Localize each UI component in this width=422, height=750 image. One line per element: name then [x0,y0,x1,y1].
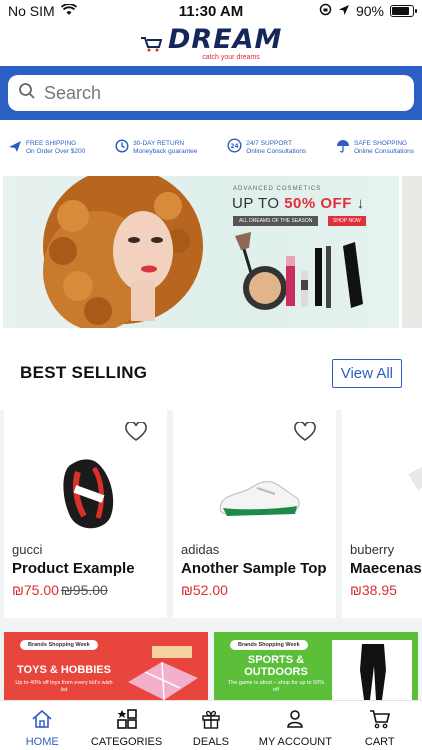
rotation-lock-icon [319,3,332,19]
current-price: ₪75.00 [12,582,59,598]
app-header: No SIM 11:30 AM 90% DREAM catch your dre… [0,0,422,66]
old-price: ₪95.00 [60,582,108,598]
product-name: Maecenas [350,560,422,577]
battery-icon [390,5,417,17]
product-price: ₪38.95 [350,582,397,598]
product-image-bag [63,459,114,529]
cart-icon [369,709,391,732]
feature-30-day-return: 30-DAY RETURN Moneyback guarantee [115,138,198,158]
promo-tile-toys[interactable]: Brands Shopping Week TOYS & HOBBIES Up t… [4,632,208,700]
carrier-label: No SIM [8,3,55,19]
status-bar: No SIM 11:30 AM 90% [0,0,422,22]
product-card[interactable]: adidas Another Sample Top ₪52.00 [173,410,336,618]
banner-title: UP TO 50% OFF ↓ [232,195,365,212]
feature-title: SAFE SHOPPING [354,140,408,147]
tab-label: DEALS [192,736,229,748]
feature-support: 24 24/7 SUPPORT Online Consultations [227,138,306,158]
product-image-shirt [408,467,422,490]
banner-kicker: ADVANCED COSMETICS [233,186,322,192]
product-brand: buberry [350,542,395,557]
home-icon [31,709,53,732]
current-price: ₪52.00 [181,582,228,598]
search-input[interactable] [44,82,404,104]
promo-image-playmat [128,646,198,700]
feature-sub: Online Consultations [354,148,414,155]
wishlist-heart-icon[interactable] [125,421,147,447]
feature-sub: Online Consultations [246,148,307,155]
banner-shop-now-button[interactable]: SHOP NOW [328,216,366,226]
product-brand: adidas [181,542,220,557]
product-name: Product Example [12,560,135,577]
plane-icon [8,139,22,158]
feature-title: 30-DAY RETURN [133,140,185,147]
promo-description: Up to 40% off toys from every kid's wish… [15,680,113,693]
features-strip: FREE SHIPPING On Order Over $200 30-DAY R… [0,120,422,176]
product-carousel[interactable]: gucci Product Example ₪75.00 ₪95.00 adida… [0,410,422,636]
product-price: ₪75.00 ₪95.00 [12,582,108,598]
brand-name: DREAM [168,24,283,55]
banner-slide[interactable]: ADVANCED COSMETICS UP TO 50% OFF ↓ ALL D… [3,176,399,328]
product-image-sneaker [219,481,300,516]
product-card[interactable]: gucci Product Example ₪75.00 ₪95.00 [4,410,167,618]
promo-heading: SPORTS & OUTDOORS [244,654,308,678]
banner-title-arrow: ↓ [356,195,365,212]
promo-tiles: Brands Shopping Week TOYS & HOBBIES Up t… [0,632,422,700]
clock-icon [115,138,129,158]
view-all-button[interactable]: View All [331,358,402,388]
brand-logo[interactable]: DREAM catch your dreams [0,24,422,61]
current-price: ₪38.95 [350,582,397,598]
best-selling-header: BEST SELLING View All [0,336,422,410]
promo-image-leggings [360,644,386,700]
promo-image-frame [332,640,412,700]
feature-safe-shopping: SAFE SHOPPING Online Consultations [336,139,414,158]
tab-label: CATEGORIES [90,736,163,748]
gift-icon [201,709,221,732]
search-bar [0,66,422,120]
tab-label: HOME [25,736,59,748]
product-price: ₪52.00 [181,582,228,598]
tab-categories[interactable]: CATEGORIES [85,709,169,748]
section-title: BEST SELLING [20,363,148,382]
banner-title-highlight: 50% OFF [284,195,352,212]
tab-label: MY ACCOUNT [258,736,332,748]
tab-label: CART [364,736,395,748]
feature-title: FREE SHIPPING [26,140,77,147]
promo-tag: Brands Shopping Week [230,640,308,650]
brand-tagline: catch your dreams [202,54,260,61]
location-icon [338,3,350,19]
wifi-icon [60,3,77,19]
tab-cart[interactable]: CART [338,709,422,748]
feature-title: 24/7 SUPPORT [246,140,292,147]
battery-percent: 90% [355,3,384,19]
promo-tile-sports[interactable]: Brands Shopping Week SPORTS & OUTDOORS T… [214,632,418,700]
product-brand: gucci [12,542,43,557]
promo-description: The game is afoot – shop for up to 50% o… [227,680,325,693]
promo-tag: Brands Shopping Week [20,640,98,650]
categories-icon [116,709,137,732]
feature-sub: On Order Over $200 [26,148,86,155]
cart-logo-icon [140,36,162,52]
banner-season-label: ALL DREAMS OF THE SEASON [233,216,319,226]
product-card[interactable]: buberry Maecenas ₪38.95 [342,410,422,618]
feature-sub: Moneyback guarantee [133,148,198,155]
tab-home[interactable]: HOME [0,709,84,748]
search-box[interactable] [8,75,414,111]
svg-text:24: 24 [231,143,239,150]
search-icon [18,82,36,105]
next-slide-peek[interactable] [402,176,422,328]
promo-heading: TOYS & HOBBIES [17,664,111,676]
support-24-icon: 24 [227,138,242,158]
umbrella-icon [336,139,350,158]
tab-deals[interactable]: DEALS [169,709,253,748]
promo-carousel[interactable]: ADVANCED COSMETICS UP TO 50% OFF ↓ ALL D… [0,176,422,336]
bottom-tab-bar: HOME CATEGORIES DEALS MY ACCOUNT CART [0,700,422,750]
tab-my-account[interactable]: MY ACCOUNT [253,709,337,748]
feature-free-shipping: FREE SHIPPING On Order Over $200 [8,139,85,158]
banner-title-pre: UP TO [232,195,280,212]
account-icon [285,709,305,732]
product-name: Another Sample Top [181,560,327,577]
wishlist-heart-icon[interactable] [294,421,316,447]
